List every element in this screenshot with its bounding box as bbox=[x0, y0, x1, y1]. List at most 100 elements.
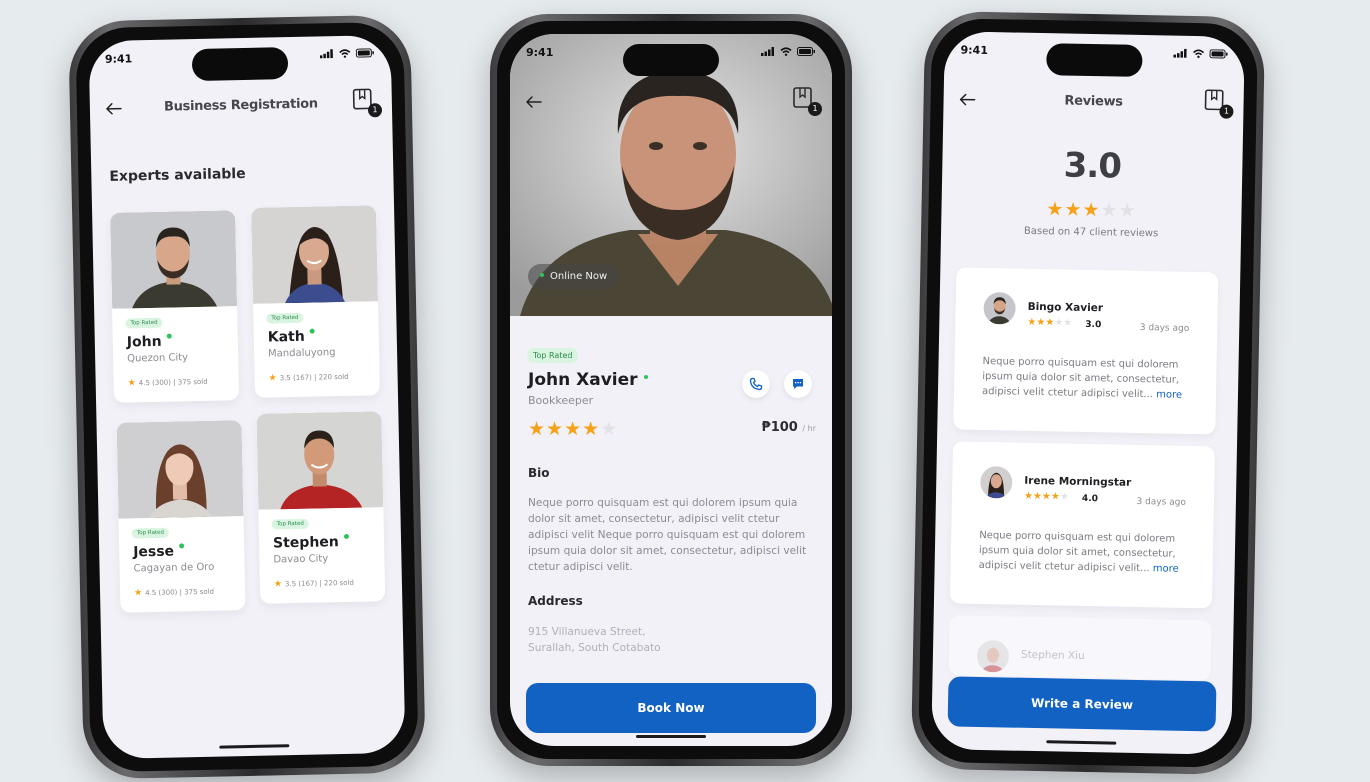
call-button[interactable] bbox=[742, 370, 770, 398]
expert-photo-jesse bbox=[116, 420, 244, 519]
profile-hero-photo: Online Now bbox=[510, 34, 832, 316]
expert-rating: 4.5 (300) bbox=[145, 588, 178, 598]
top-rated-badge: Top Rated bbox=[131, 527, 170, 539]
page-title: Business Registration bbox=[163, 96, 318, 115]
expert-name: John bbox=[126, 333, 172, 351]
star-empty-icon: ★ bbox=[1100, 199, 1119, 222]
star-icon: ★ bbox=[1036, 316, 1046, 329]
online-dot bbox=[166, 333, 172, 339]
expert-name-text: John bbox=[126, 333, 162, 351]
back-arrow-icon[interactable] bbox=[524, 92, 544, 112]
review-score: 3.0 bbox=[1085, 319, 1102, 331]
review-card: Irene Morningstar ★★★★★ 4.0 3 days ago N… bbox=[949, 441, 1215, 609]
book-now-button[interactable]: Book Now bbox=[526, 683, 816, 733]
section-title: Experts available bbox=[109, 165, 246, 185]
expert-name: Stephen bbox=[273, 533, 349, 551]
expert-card-kath[interactable]: Top Rated Kath Mandaluyong ★ 3.5 (167) | … bbox=[251, 205, 380, 398]
review-score: 4.0 bbox=[1081, 493, 1099, 505]
star-icon: ★ bbox=[1050, 491, 1060, 503]
top-rated-badge: Top Rated bbox=[527, 348, 579, 363]
write-review-button[interactable]: Write a Review bbox=[947, 676, 1217, 732]
home-indicator bbox=[1046, 740, 1117, 745]
business-registration-screen: 9:41 Business Registration 1 Experts ava… bbox=[88, 34, 406, 760]
bookmark-button[interactable]: 1 bbox=[1203, 88, 1234, 119]
expert-rating: 3.5 (167) bbox=[284, 579, 318, 589]
star-icon: ★ bbox=[1023, 490, 1034, 502]
battery-icon bbox=[355, 48, 374, 58]
header: Reviews 1 bbox=[943, 81, 1244, 123]
reviews-screen: 9:41 Reviews 1 3.0 ★★★★★ Based on 47 cli… bbox=[931, 31, 1245, 755]
star-icon: ★ bbox=[582, 418, 601, 440]
star-empty-icon: ★ bbox=[600, 418, 619, 440]
more-link[interactable]: more bbox=[1153, 563, 1179, 574]
expert-photo-kath bbox=[251, 205, 379, 304]
expert-sold: 375 sold bbox=[177, 377, 208, 387]
star-icon: ★ bbox=[1064, 198, 1083, 221]
reviewer-avatar bbox=[983, 291, 1016, 325]
review-stars: ★★★★★ bbox=[1024, 491, 1069, 503]
expert-city: Cagayan de Oro bbox=[133, 561, 215, 575]
wifi-icon bbox=[339, 49, 351, 58]
online-dot bbox=[643, 375, 648, 379]
price-amount: ₱100 bbox=[761, 420, 798, 435]
phone-mockup-2: Online Now 9:41 1 Top Rated John Xavier … bbox=[490, 14, 852, 766]
online-dot bbox=[309, 328, 315, 334]
bookmark-button[interactable]: 1 bbox=[352, 87, 383, 118]
expert-name: John Xavier bbox=[528, 370, 648, 390]
star-icon: ★ bbox=[273, 579, 283, 590]
online-status-pill: Online Now bbox=[528, 264, 620, 289]
expert-name-text: Jesse bbox=[133, 543, 175, 561]
phone-bezel: Online Now 9:41 1 Top Rated John Xavier … bbox=[497, 21, 845, 759]
status-time: 9:41 bbox=[526, 46, 554, 59]
phone-icon bbox=[749, 377, 763, 391]
review-date: 3 days ago bbox=[1136, 496, 1187, 508]
expert-rating: 3.5 (167) bbox=[279, 373, 312, 383]
address-heading: Address bbox=[528, 594, 583, 608]
expert-role: Bookkeeper bbox=[528, 394, 594, 407]
star-icon: ★ bbox=[1082, 198, 1101, 222]
status-time: 9:41 bbox=[104, 52, 133, 66]
star-icon: ★ bbox=[1046, 198, 1065, 221]
chat-bubble-icon bbox=[793, 379, 803, 389]
bookmark-count-badge: 1 bbox=[1219, 104, 1234, 119]
status-time: 9:41 bbox=[960, 43, 989, 58]
expert-meta: ★ 3.5 (167) | 220 sold bbox=[273, 578, 354, 590]
phone-mockup-1: 9:41 Business Registration 1 Experts ava… bbox=[68, 14, 426, 780]
review-text: Neque porro quisquam est qui dolorem ips… bbox=[979, 528, 1190, 577]
price: ₱100 / hr bbox=[762, 420, 816, 435]
chat-button[interactable] bbox=[784, 370, 812, 398]
battery-icon bbox=[1209, 49, 1228, 59]
star-icon: ★ bbox=[1027, 316, 1037, 328]
expert-city: Davao City bbox=[273, 553, 329, 566]
star-icon: ★ bbox=[127, 378, 136, 389]
bio-text: Neque porro quisquam est qui dolorem ips… bbox=[528, 497, 807, 573]
expert-rating: 4.5 (300) bbox=[138, 378, 172, 388]
expert-name-text: John Xavier bbox=[528, 370, 638, 390]
top-rated-badge: Top Rated bbox=[125, 317, 163, 329]
reviewer-name: Stephen Xiu bbox=[1020, 648, 1085, 662]
expert-sold: 375 sold bbox=[184, 587, 215, 597]
average-rating: 3.0 bbox=[1063, 145, 1122, 187]
expert-name: Jesse bbox=[133, 543, 185, 561]
signal-icon bbox=[319, 49, 333, 59]
review-stars: ★★★★★ bbox=[1027, 317, 1072, 329]
online-dot bbox=[540, 273, 544, 277]
review-card: Stephen Xiu bbox=[948, 615, 1212, 681]
expert-card-john[interactable]: Top Rated John Quezon City ★ 4.5 (300) | … bbox=[110, 210, 240, 403]
review-card: Bingo Xavier ★★★★★ 3.0 3 days ago Neque … bbox=[953, 267, 1219, 435]
review-text: Neque porro quisquam est qui dolorem ips… bbox=[982, 354, 1193, 403]
expert-photo-john bbox=[110, 210, 238, 309]
wifi-icon bbox=[780, 47, 792, 56]
expert-card-jesse[interactable]: Top Rated Jesse Cagayan de Oro ★ 4.5 (300… bbox=[116, 420, 246, 613]
star-icon: ★ bbox=[1032, 490, 1043, 503]
bookmark-button[interactable]: 1 bbox=[792, 86, 822, 116]
expert-card-stephen[interactable]: Top Rated Stephen Davao City ★ 3.5 (167) … bbox=[256, 411, 386, 604]
star-empty-icon: ★ bbox=[1059, 491, 1069, 503]
reviewer-name: Irene Morningstar bbox=[1024, 474, 1132, 489]
bookmark-count-badge: 1 bbox=[367, 103, 383, 118]
bio-heading: Bio bbox=[528, 466, 550, 480]
rating-stars: ★★★★★ bbox=[528, 418, 618, 440]
more-link[interactable]: more bbox=[1156, 389, 1182, 400]
address-line-1: 915 Villanueva Street, bbox=[528, 626, 646, 638]
star-icon: ★ bbox=[268, 373, 277, 384]
